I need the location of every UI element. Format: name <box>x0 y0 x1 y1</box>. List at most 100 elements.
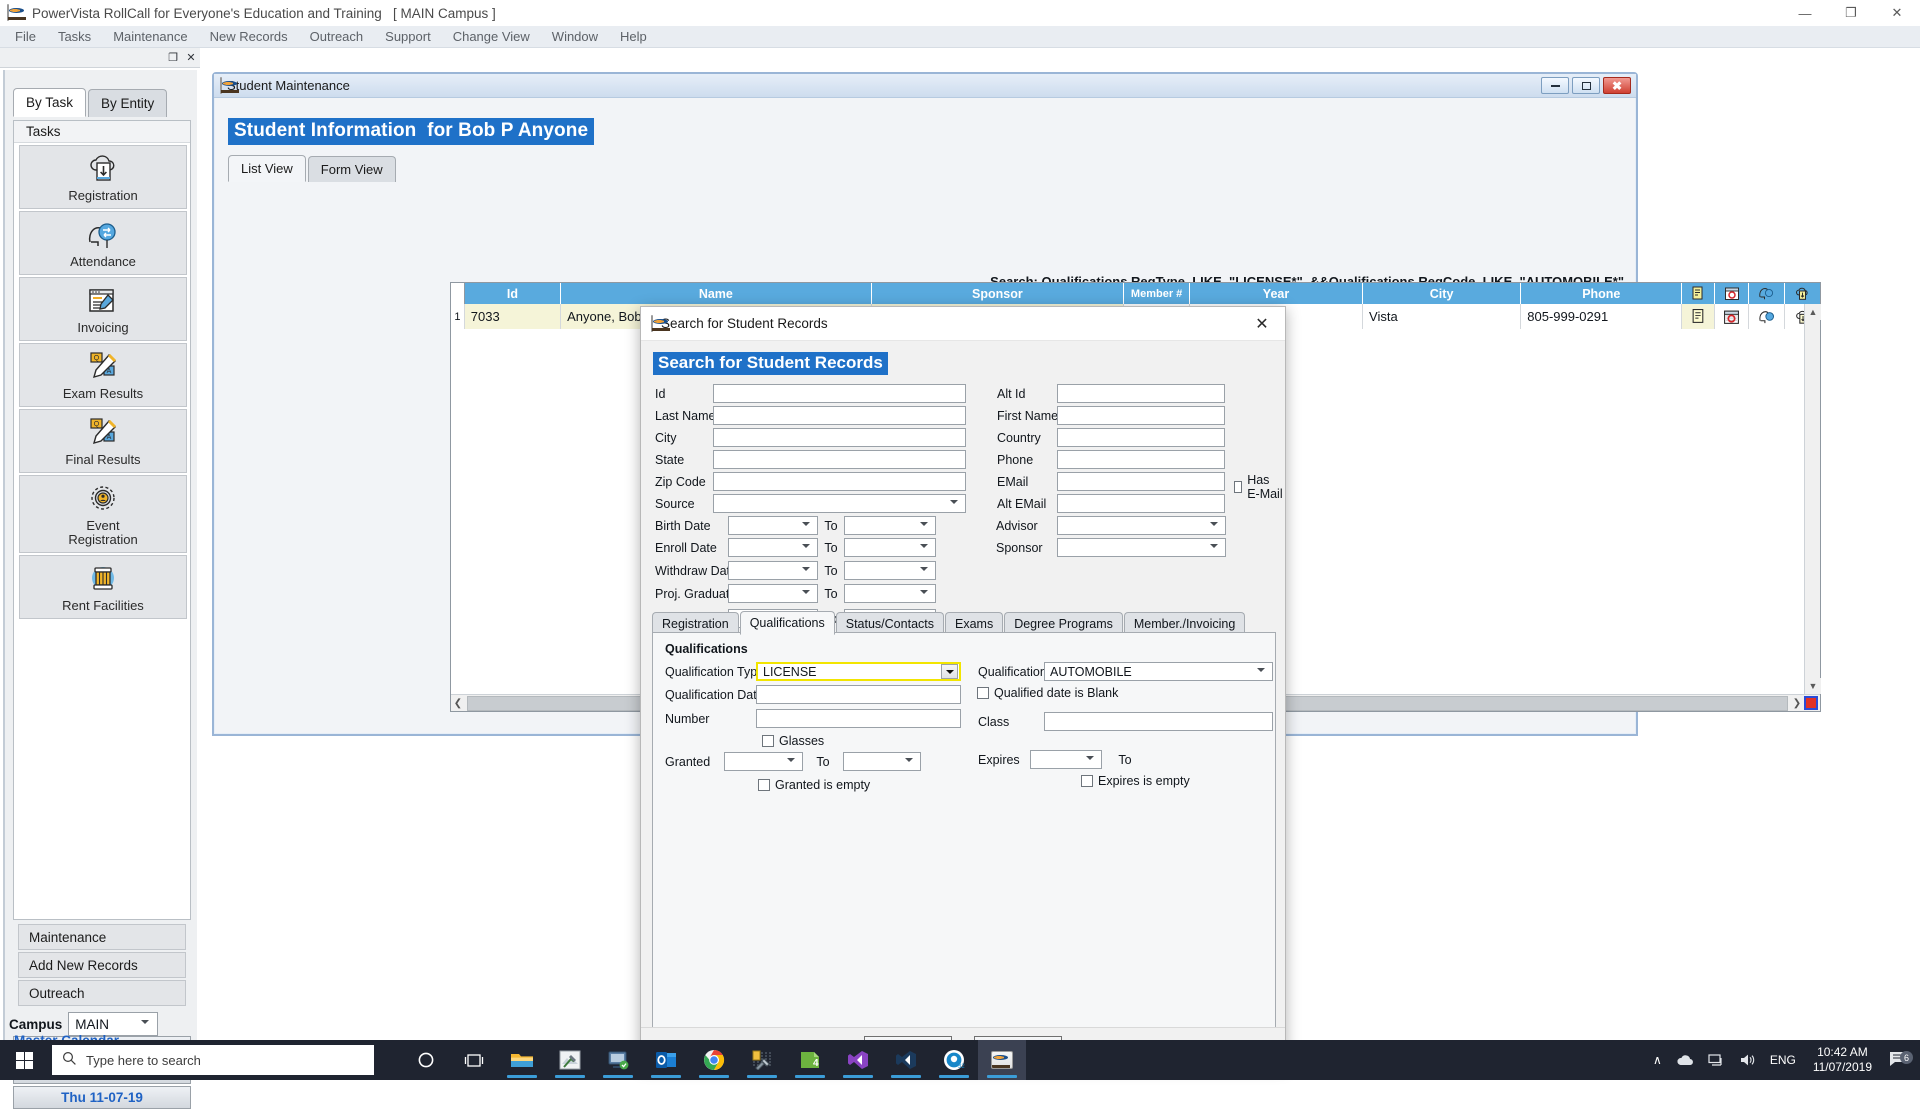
row-calendar-button[interactable] <box>1714 304 1750 329</box>
birth-date-to-select[interactable] <box>844 516 936 535</box>
granted-to-select[interactable] <box>843 752 921 771</box>
grid-column-note-icon[interactable] <box>1682 283 1715 304</box>
tab-by-task[interactable]: By Task <box>13 88 87 117</box>
proj-graduation-to-select[interactable] <box>844 584 936 603</box>
proj-graduation-from-select[interactable] <box>728 584 818 603</box>
class-input[interactable] <box>1044 712 1273 731</box>
city-input[interactable] <box>713 428 966 447</box>
grid-vertical-scrollbar[interactable]: ▲ ▼ <box>1804 304 1821 694</box>
withdraw-date-to-select[interactable] <box>844 561 936 580</box>
scroll-down-icon[interactable]: ▼ <box>1805 678 1821 694</box>
rollcall-taskbar-icon[interactable] <box>978 1040 1026 1080</box>
clock[interactable]: 10:42 AM 11/07/2019 <box>1803 1045 1882 1075</box>
zip-code-input[interactable] <box>713 472 966 491</box>
menu-item-maintenance[interactable]: Maintenance <box>102 27 198 46</box>
first-name-input[interactable] <box>1057 406 1225 425</box>
expires-is-empty-checkbox[interactable]: Expires is empty <box>1081 774 1190 788</box>
birth-date-from-select[interactable] <box>728 516 818 535</box>
grid-column-id[interactable]: Id <box>464 283 562 304</box>
grid-column-city[interactable]: City <box>1362 283 1522 304</box>
dock-nav-outreach[interactable]: Outreach <box>18 980 186 1006</box>
qualified-date-blank-checkbox[interactable]: Qualified date is Blank <box>977 686 1118 700</box>
alt-id-input[interactable] <box>1057 384 1225 403</box>
qualification-date-input[interactable] <box>756 685 961 704</box>
student-minimize-button[interactable] <box>1541 77 1569 94</box>
dock-close-button[interactable]: ✕ <box>182 50 200 66</box>
close-button[interactable]: ✕ <box>1874 0 1920 26</box>
grid-column-attendance-icon[interactable] <box>1749 283 1785 304</box>
country-input[interactable] <box>1057 428 1225 447</box>
menu-item-window[interactable]: Window <box>541 27 609 46</box>
has-email-checkbox[interactable]: Has E-Mail <box>1234 473 1285 501</box>
task-button-exam-results[interactable]: Q A Exam Results <box>19 343 187 407</box>
task-button-rent-facilities[interactable]: Rent Facilities <box>19 555 187 619</box>
menu-item-support[interactable]: Support <box>374 27 442 46</box>
task-button-final-results[interactable]: Q A Final Results <box>19 409 187 473</box>
dev-tools-icon[interactable] <box>738 1040 786 1080</box>
grid-column-sponsor[interactable]: Sponsor <box>871 283 1125 304</box>
onedrive-icon[interactable] <box>1669 1054 1701 1067</box>
task-button-event-registration[interactable]: Event Registration <box>19 475 187 553</box>
camera-icon[interactable]: 32 <box>930 1040 978 1080</box>
outlook-icon[interactable] <box>642 1040 690 1080</box>
task-button-invoicing[interactable]: Invoicing <box>19 277 187 341</box>
phone-input[interactable] <box>1057 450 1225 469</box>
number-input[interactable] <box>756 709 961 728</box>
qualification-select[interactable]: AUTOMOBILE <box>1044 662 1273 681</box>
visual-studio-icon[interactable] <box>834 1040 882 1080</box>
windows-start-icon[interactable] <box>0 1040 48 1080</box>
cortana-icon[interactable] <box>402 1040 450 1080</box>
notepadpp-icon[interactable]: 4 <box>786 1040 834 1080</box>
student-window-titlebar[interactable]: Student Maintenance ✖ <box>214 74 1636 98</box>
state-input[interactable] <box>713 450 966 469</box>
task-button-attendance[interactable]: Attendance <box>19 211 187 275</box>
volume-icon[interactable] <box>1732 1053 1763 1067</box>
menu-item-new-records[interactable]: New Records <box>199 27 299 46</box>
row-note-button[interactable] <box>1682 304 1715 329</box>
grid-column-member-no[interactable]: Member # <box>1124 283 1191 304</box>
alt-email-input[interactable] <box>1057 494 1225 513</box>
granted-from-select[interactable] <box>724 752 803 771</box>
dock-restore-button[interactable]: ❐ <box>164 50 182 66</box>
grid-column-calendar-icon[interactable] <box>1714 283 1750 304</box>
menu-item-tasks[interactable]: Tasks <box>47 27 102 46</box>
menu-item-help[interactable]: Help <box>609 27 658 46</box>
menu-item-change-view[interactable]: Change View <box>442 27 541 46</box>
granted-is-empty-checkbox[interactable]: Granted is empty <box>758 778 870 792</box>
tab-by-entity[interactable]: By Entity <box>88 89 168 117</box>
search-input[interactable]: Type here to search <box>52 1045 374 1075</box>
scroll-up-icon[interactable]: ▲ <box>1805 304 1821 320</box>
tray-expand-chevron-icon[interactable]: ∧ <box>1646 1053 1669 1067</box>
vscode-icon[interactable] <box>882 1040 930 1080</box>
chrome-icon[interactable] <box>690 1040 738 1080</box>
restore-button[interactable]: ❐ <box>1828 0 1874 26</box>
qualification-type-select[interactable]: LICENSE <box>756 662 961 681</box>
menu-item-outreach[interactable]: Outreach <box>299 27 374 46</box>
grid-column-registration-icon[interactable] <box>1784 283 1820 304</box>
expires-from-select[interactable] <box>1030 750 1102 769</box>
last-name-input[interactable] <box>713 406 966 425</box>
grid-column-name[interactable]: Name <box>561 283 872 304</box>
menu-item-file[interactable]: File <box>4 27 47 46</box>
grid-resize-handle[interactable] <box>1804 696 1818 710</box>
dialog-close-button[interactable]: ✕ <box>1239 307 1285 341</box>
source-select[interactable] <box>713 494 966 513</box>
language-indicator[interactable]: ENG <box>1763 1053 1803 1067</box>
id-input[interactable] <box>713 384 966 403</box>
dialog-titlebar[interactable]: Search for Student Records ✕ <box>641 307 1285 341</box>
dock-nav-maintenance[interactable]: Maintenance <box>18 924 186 950</box>
scroll-right-icon[interactable]: ❯ <box>1790 698 1804 709</box>
student-maximize-button[interactable] <box>1572 77 1600 94</box>
scroll-left-icon[interactable]: ❮ <box>451 698 465 709</box>
snagit-icon[interactable] <box>546 1040 594 1080</box>
tab-form-view[interactable]: Form View <box>307 156 396 182</box>
notifications-icon[interactable]: 6 <box>1882 1050 1920 1070</box>
task-view-icon[interactable] <box>450 1040 498 1080</box>
row-attendance-button[interactable] <box>1749 304 1785 329</box>
grid-column-year[interactable]: Year <box>1190 283 1363 304</box>
current-date-button[interactable]: Thu 11-07-19 <box>13 1086 191 1109</box>
minimize-button[interactable]: — <box>1782 0 1828 26</box>
glasses-checkbox[interactable]: Glasses <box>762 734 824 748</box>
email-input[interactable] <box>1057 472 1225 491</box>
withdraw-date-from-select[interactable] <box>728 561 818 580</box>
